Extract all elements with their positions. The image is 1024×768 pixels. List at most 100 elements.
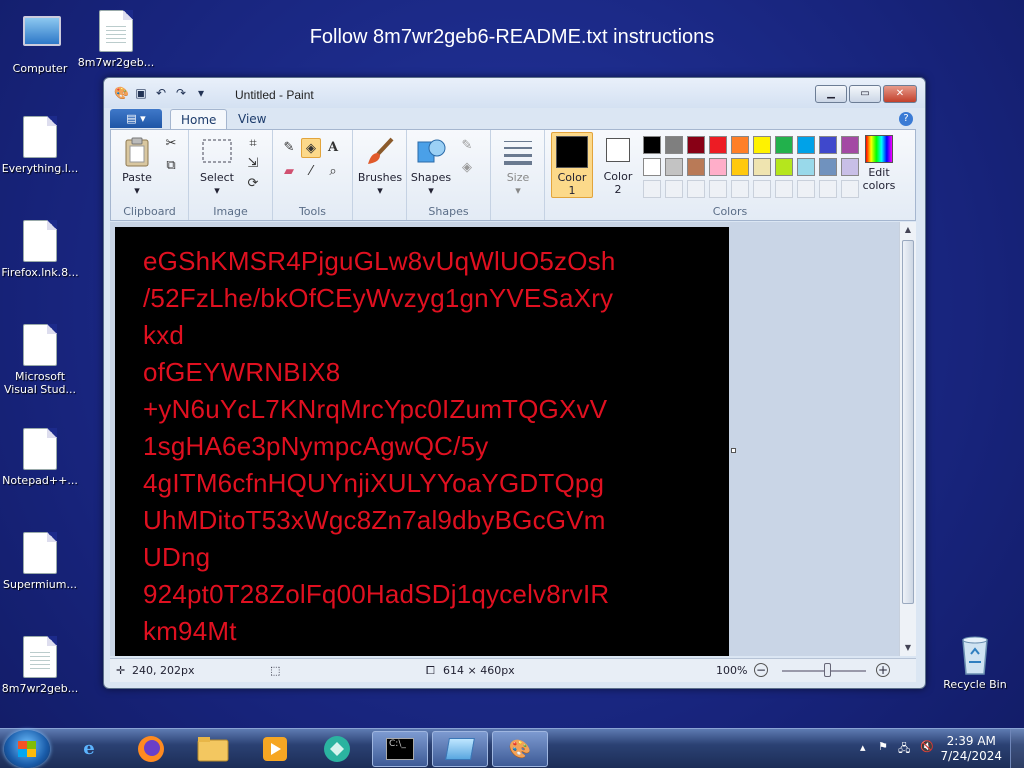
select-button[interactable]: Select ▾: [197, 136, 237, 197]
palette-swatch[interactable]: [841, 158, 859, 176]
undo-icon[interactable]: ↶: [154, 86, 168, 100]
color2-selector[interactable]: Color 2: [597, 135, 639, 196]
taskbar-cmd-icon[interactable]: C:\_: [372, 731, 428, 767]
custom-color-slot[interactable]: [687, 180, 705, 198]
help-icon[interactable]: ?: [899, 112, 913, 126]
palette-swatch[interactable]: [687, 158, 705, 176]
desktop-icon-computer[interactable]: Computer: [0, 10, 80, 75]
taskbar-ie-icon[interactable]: e: [62, 731, 116, 767]
taskbar-explorer-icon[interactable]: [186, 731, 240, 767]
text-icon[interactable]: A: [323, 138, 343, 158]
palette-swatch[interactable]: [775, 136, 793, 154]
minimize-button[interactable]: ▁: [815, 85, 847, 103]
start-button[interactable]: [4, 730, 50, 768]
canvas-workspace[interactable]: eGShKMSR4PjguGLw8vUqWlUO5zOsh/52FzLhe/bk…: [110, 222, 899, 656]
vertical-scrollbar[interactable]: ▲ ▼: [899, 222, 916, 656]
close-button[interactable]: ✕: [883, 85, 917, 103]
custom-color-slot[interactable]: [731, 180, 749, 198]
system-clock[interactable]: 2:39 AM 7/24/2024: [940, 734, 1002, 764]
network-icon[interactable]: 🖧: [898, 740, 910, 759]
color1-selector[interactable]: Color 1: [551, 132, 593, 198]
custom-color-slot[interactable]: [819, 180, 837, 198]
taskbar-firefox-icon[interactable]: [124, 731, 178, 767]
brushes-button[interactable]: Brushes ▾: [356, 136, 404, 197]
color-picker-icon[interactable]: ⁄: [301, 162, 321, 182]
custom-color-slot[interactable]: [709, 180, 727, 198]
custom-color-slot[interactable]: [753, 180, 771, 198]
palette-swatch[interactable]: [819, 158, 837, 176]
scroll-up-icon[interactable]: ▲: [900, 222, 916, 238]
custom-color-slot[interactable]: [841, 180, 859, 198]
desktop-icon-everything[interactable]: Everything.l...: [0, 116, 80, 175]
show-hidden-icons-icon[interactable]: ▴: [860, 741, 866, 754]
paste-button[interactable]: Paste ▾: [117, 136, 157, 197]
file-menu-button[interactable]: ▤ ▾: [110, 109, 162, 128]
pencil-icon[interactable]: ✎: [279, 138, 299, 158]
custom-color-slot[interactable]: [797, 180, 815, 198]
customize-qat-icon[interactable]: ▾: [194, 86, 208, 100]
title-bar[interactable]: 🎨 ▣ ↶ ↷ ▾ Untitled - Paint ▁ ▭ ✕: [104, 78, 925, 108]
redo-icon[interactable]: ↷: [174, 86, 188, 100]
tab-view[interactable]: View: [228, 109, 276, 129]
eraser-icon[interactable]: ▰: [279, 162, 299, 182]
custom-color-slot[interactable]: [775, 180, 793, 198]
shapes-button[interactable]: Shapes ▾: [409, 136, 453, 197]
desktop-icon-readme-2[interactable]: 8m7wr2geb...: [0, 636, 80, 695]
palette-swatch[interactable]: [731, 158, 749, 176]
scroll-down-icon[interactable]: ▼: [900, 640, 916, 656]
volume-muted-icon[interactable]: 🔇: [920, 740, 934, 753]
outline-icon[interactable]: ✎: [457, 136, 477, 156]
taskbar-app-icon[interactable]: [310, 731, 364, 767]
desktop-icon-notepadpp[interactable]: Notepad++...: [0, 428, 80, 487]
taskbar-paint-icon[interactable]: 🎨: [492, 731, 548, 767]
palette-swatch[interactable]: [819, 136, 837, 154]
desktop-icon-firefox-lnk[interactable]: Firefox.lnk.8...: [0, 220, 80, 279]
palette-swatch[interactable]: [797, 136, 815, 154]
palette-swatch[interactable]: [665, 136, 683, 154]
cut-icon[interactable]: ✂: [161, 134, 181, 154]
save-icon[interactable]: ▣: [134, 86, 148, 100]
palette-swatch[interactable]: [643, 158, 661, 176]
palette-swatch[interactable]: [643, 136, 661, 154]
taskbar-media-player-icon[interactable]: [248, 731, 302, 767]
desktop-icon-readme[interactable]: 8m7wr2geb...: [76, 10, 156, 69]
canvas-resize-handle-right[interactable]: [731, 448, 736, 453]
palette-swatch[interactable]: [709, 136, 727, 154]
palette-swatch[interactable]: [841, 136, 859, 154]
desktop-icon-supermium[interactable]: Supermium...: [0, 532, 80, 591]
palette-swatch[interactable]: [797, 158, 815, 176]
size-button[interactable]: Size ▾: [497, 136, 539, 197]
scrollbar-thumb[interactable]: [902, 240, 914, 604]
desktop-icon-recycle-bin[interactable]: Recycle Bin: [935, 632, 1015, 691]
copy-icon[interactable]: ⧉: [161, 156, 181, 176]
palette-swatch[interactable]: [753, 136, 771, 154]
palette-swatch[interactable]: [687, 136, 705, 154]
color-spectrum-icon: [865, 135, 893, 163]
maximize-button[interactable]: ▭: [849, 85, 881, 103]
fill-style-icon[interactable]: ◈: [457, 158, 477, 178]
custom-color-slot[interactable]: [665, 180, 683, 198]
rotate-icon[interactable]: ⟳: [243, 174, 263, 194]
action-center-flag-icon[interactable]: ⚑: [878, 740, 888, 753]
palette-swatch[interactable]: [731, 136, 749, 154]
palette-swatch[interactable]: [709, 158, 727, 176]
drawing-canvas[interactable]: eGShKMSR4PjguGLw8vUqWlUO5zOsh/52FzLhe/bk…: [115, 227, 729, 656]
custom-color-slot[interactable]: [643, 180, 661, 198]
palette-swatch[interactable]: [665, 158, 683, 176]
crop-icon[interactable]: ⌗: [243, 134, 263, 154]
resize-icon[interactable]: ⇲: [243, 154, 263, 174]
show-desktop-button[interactable]: [1010, 729, 1024, 768]
palette-swatch[interactable]: [775, 158, 793, 176]
zoom-slider-thumb[interactable]: [824, 663, 831, 677]
zoom-out-button[interactable]: −: [754, 663, 768, 677]
desktop-icon-visual-studio[interactable]: Microsoft Visual Stud...: [0, 324, 80, 396]
edit-colors-button[interactable]: Edit colors: [859, 135, 899, 192]
fill-icon[interactable]: ◈: [301, 138, 321, 158]
magnifier-icon[interactable]: ⌕: [323, 162, 343, 182]
palette-swatch[interactable]: [753, 158, 771, 176]
tab-home[interactable]: Home: [170, 109, 228, 129]
paint-app-icon[interactable]: 🎨: [114, 86, 129, 100]
zoom-in-button[interactable]: +: [876, 663, 890, 677]
paint-window[interactable]: 🎨 ▣ ↶ ↷ ▾ Untitled - Paint ▁ ▭ ✕ ▤ ▾ Hom…: [103, 77, 926, 689]
taskbar-notepad-icon[interactable]: [432, 731, 488, 767]
